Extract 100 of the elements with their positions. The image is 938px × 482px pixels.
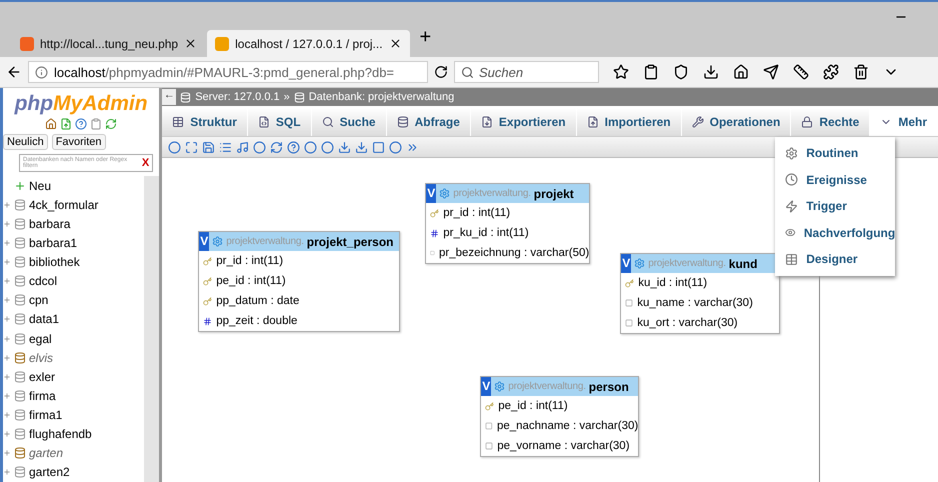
column-row[interactable]: pr_id : int(11): [426, 203, 590, 223]
column-row[interactable]: pe_id : int(11): [481, 396, 638, 416]
expand-icon[interactable]: [3, 200, 11, 209]
database-item[interactable]: exler: [3, 367, 144, 386]
nav-tab[interactable]: Mehr: [870, 108, 938, 136]
table-card[interactable]: V projektverwaltung. person pe_id : int(11) pe_nachname : varchar(30) pe_vorname : varchar(30): [480, 376, 640, 457]
new-tab-button[interactable]: +: [412, 26, 440, 53]
toolbar-icon[interactable]: [733, 64, 749, 80]
browser-tab[interactable]: http://local...tung_neu.php: [12, 30, 206, 57]
close-icon[interactable]: [388, 37, 402, 50]
expand-icon[interactable]: [3, 372, 11, 381]
browser-tab[interactable]: localhost / 127.0.0.1 / proj...: [207, 30, 410, 57]
clear-button[interactable]: X: [142, 157, 150, 169]
toggle-button[interactable]: V: [481, 377, 492, 396]
database-item[interactable]: bibliothek: [3, 252, 144, 272]
expand-icon[interactable]: [3, 334, 11, 343]
nav-icon[interactable]: [45, 118, 58, 130]
nav-icon[interactable]: [105, 118, 118, 130]
nav-icon[interactable]: [60, 118, 72, 130]
expand-icon[interactable]: [3, 315, 11, 324]
expand-icon[interactable]: [3, 277, 11, 286]
menu-item[interactable]: Ereignisse: [775, 166, 896, 193]
gear-icon[interactable]: [212, 236, 224, 247]
server-link[interactable]: Server: 127.0.0.1: [195, 91, 280, 103]
column-row[interactable]: pr_ku_id : int(11): [426, 223, 590, 243]
nav-tab[interactable]: SQL: [248, 108, 312, 136]
database-item[interactable]: firma1: [3, 406, 144, 425]
expand-icon[interactable]: [3, 392, 11, 400]
scrollbar[interactable]: [144, 176, 160, 482]
toggle-button[interactable]: V: [621, 254, 632, 273]
expand-icon[interactable]: [3, 296, 11, 304]
expand-icon[interactable]: [3, 220, 11, 228]
nav-tab[interactable]: Exportieren: [470, 108, 577, 136]
expand-icon[interactable]: [3, 411, 11, 420]
search-field[interactable]: Suchen: [454, 61, 599, 83]
column-row[interactable]: pe_nachname : varchar(30): [481, 416, 638, 436]
close-icon[interactable]: [184, 37, 198, 50]
database-item[interactable]: garten2: [3, 462, 144, 482]
back-button[interactable]: ←: [162, 89, 176, 105]
database-link[interactable]: Datenbank: projektverwaltung: [308, 91, 454, 103]
toggle-button[interactable]: V: [426, 184, 436, 203]
expand-icon[interactable]: [3, 354, 11, 362]
database-item[interactable]: cpn: [3, 290, 144, 310]
database-item[interactable]: data1: [3, 310, 144, 329]
database-item[interactable]: cdcol: [3, 272, 144, 291]
toolbar-icon[interactable]: [763, 64, 779, 80]
column-row[interactable]: pp_datum : date: [199, 291, 400, 311]
toolbar-icon[interactable]: [793, 64, 809, 80]
database-item[interactable]: garten: [3, 444, 144, 463]
column-row[interactable]: pr_bezeichnung : varchar(50): [426, 243, 590, 263]
nav-tab[interactable]: Operationen: [682, 108, 792, 136]
database-item[interactable]: 4ck_formular: [3, 195, 144, 214]
menu-item[interactable]: Trigger: [775, 193, 896, 220]
nav-icon[interactable]: [90, 118, 102, 130]
expand-icon[interactable]: [3, 258, 11, 266]
table-card[interactable]: V projektverwaltung. projekt_person pr_id : int(11) pe_id : int(11) pp_datum : date pp_zeit : double: [198, 231, 400, 332]
menu-item[interactable]: Nachverfolgung: [775, 220, 896, 246]
column-row[interactable]: pe_id : int(11): [199, 271, 400, 291]
toolbar-icon[interactable]: [673, 64, 689, 80]
address-field[interactable]: localhost/phpmyadmin/#PMAURL-3:pmd_general.php?db=: [28, 61, 428, 83]
column-row[interactable]: pe_vorname : varchar(30): [481, 436, 638, 456]
toolbar-icon[interactable]: [853, 64, 869, 80]
nav-tab[interactable]: Rechte: [791, 108, 870, 136]
gear-icon[interactable]: [634, 258, 646, 269]
expand-icon[interactable]: [3, 449, 11, 458]
toolbar-icon[interactable]: [823, 64, 839, 80]
toggle-button[interactable]: V: [199, 232, 210, 251]
toolbar-icon[interactable]: [643, 64, 659, 80]
nav-tab[interactable]: Importieren: [576, 108, 682, 136]
column-row[interactable]: ku_ort : varchar(30): [621, 313, 780, 333]
column-row[interactable]: ku_id : int(11): [621, 273, 780, 293]
toolbar-icon[interactable]: [703, 64, 719, 80]
table-card[interactable]: V projektverwaltung. kund ku_id : int(11) ku_name : varchar(30) ku_ort : varchar(30): [620, 253, 780, 334]
back-icon[interactable]: [6, 64, 22, 80]
column-row[interactable]: pp_zeit : double: [199, 311, 400, 331]
database-item[interactable]: egal: [3, 329, 144, 348]
menu-item[interactable]: Routinen: [775, 140, 896, 166]
column-row[interactable]: pr_id : int(11): [199, 251, 400, 271]
table-card[interactable]: V projektverwaltung. projekt pr_id : int(11) pr_ku_id : int(11) pr_bezeichnung : varchar(50): [425, 183, 590, 264]
nav-tab[interactable]: Suche: [312, 108, 387, 136]
database-item[interactable]: Neu: [3, 176, 144, 196]
nav-icon[interactable]: [75, 118, 88, 130]
gear-icon[interactable]: [439, 188, 450, 199]
expand-icon[interactable]: [3, 430, 11, 438]
database-item[interactable]: elvis: [3, 348, 144, 368]
toolbar-icon[interactable]: [613, 64, 629, 80]
expand-icon[interactable]: [3, 468, 11, 476]
gear-icon[interactable]: [494, 381, 506, 392]
sidebar-tab[interactable]: Favoriten: [52, 134, 106, 150]
logo[interactable]: phpMyAdmin: [3, 88, 160, 116]
expand-icon[interactable]: [3, 238, 11, 247]
column-row[interactable]: ku_name : varchar(30): [621, 293, 780, 313]
database-item[interactable]: firma: [3, 386, 144, 406]
reload-icon[interactable]: [434, 65, 448, 79]
sidebar-tab[interactable]: Neulich: [3, 134, 48, 150]
database-item[interactable]: barbara1: [3, 233, 144, 252]
database-item[interactable]: flughafendb: [3, 424, 144, 444]
nav-tab[interactable]: Abfrage: [386, 108, 471, 136]
database-item[interactable]: barbara: [3, 214, 144, 234]
nav-tab[interactable]: Struktur: [162, 108, 248, 136]
